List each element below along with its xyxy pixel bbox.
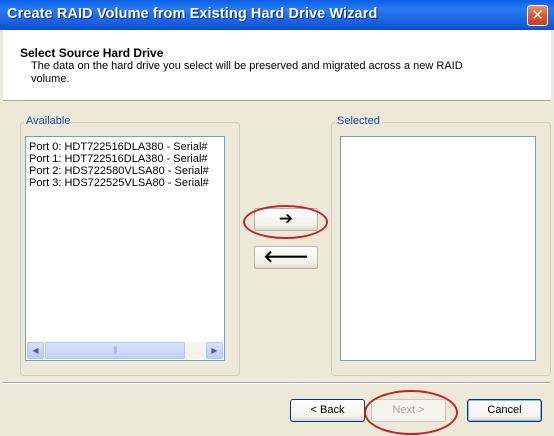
chevron-right-icon: ▶: [211, 346, 218, 355]
close-icon: ✕: [531, 6, 544, 24]
scroll-thumb[interactable]: |||: [45, 342, 185, 359]
arrow-left-icon: 🡐: [263, 247, 309, 267]
selected-label: Selected: [335, 115, 382, 127]
highlight-circle: [364, 390, 458, 435]
list-item[interactable]: Port 1: HDT722516DLA380 - Serial#: [26, 153, 224, 165]
page-title: Select Source Hard Drive: [20, 46, 164, 60]
grip-icon: |||: [113, 347, 117, 354]
highlight-circle: [243, 205, 328, 239]
close-button[interactable]: ✕: [527, 5, 548, 26]
cancel-button[interactable]: Cancel: [467, 399, 542, 422]
remove-drive-button[interactable]: 🡐: [254, 246, 318, 269]
scroll-left-button[interactable]: ◀: [27, 342, 44, 359]
window-title: Create RAID Volume from Existing Hard Dr…: [7, 6, 378, 22]
list-item[interactable]: Port 2: HDS722580VLSA80 - Serial#: [26, 165, 224, 177]
list-item[interactable]: Port 3: HDS722525VLSA80 - Serial#: [26, 177, 224, 189]
horizontal-scrollbar[interactable]: ◀ ||| ▶: [27, 342, 223, 359]
back-button[interactable]: < Back: [290, 399, 365, 422]
available-listbox[interactable]: Port 0: HDT722516DLA380 - Serial# Port 1…: [25, 136, 225, 361]
list-item[interactable]: Port 0: HDT722516DLA380 - Serial#: [26, 141, 224, 153]
page-description: The data on the hard drive you select wi…: [31, 60, 463, 85]
selected-listbox[interactable]: [340, 136, 536, 361]
wizard-window: Create RAID Volume from Existing Hard Dr…: [0, 0, 554, 436]
footer-divider: [3, 382, 551, 384]
title-bar[interactable]: Create RAID Volume from Existing Hard Dr…: [0, 0, 554, 30]
available-label: Available: [24, 115, 73, 127]
scroll-right-button[interactable]: ▶: [206, 342, 223, 359]
chevron-left-icon: ◀: [32, 346, 39, 355]
wizard-header: Select Source Hard Drive The data on the…: [3, 30, 551, 101]
